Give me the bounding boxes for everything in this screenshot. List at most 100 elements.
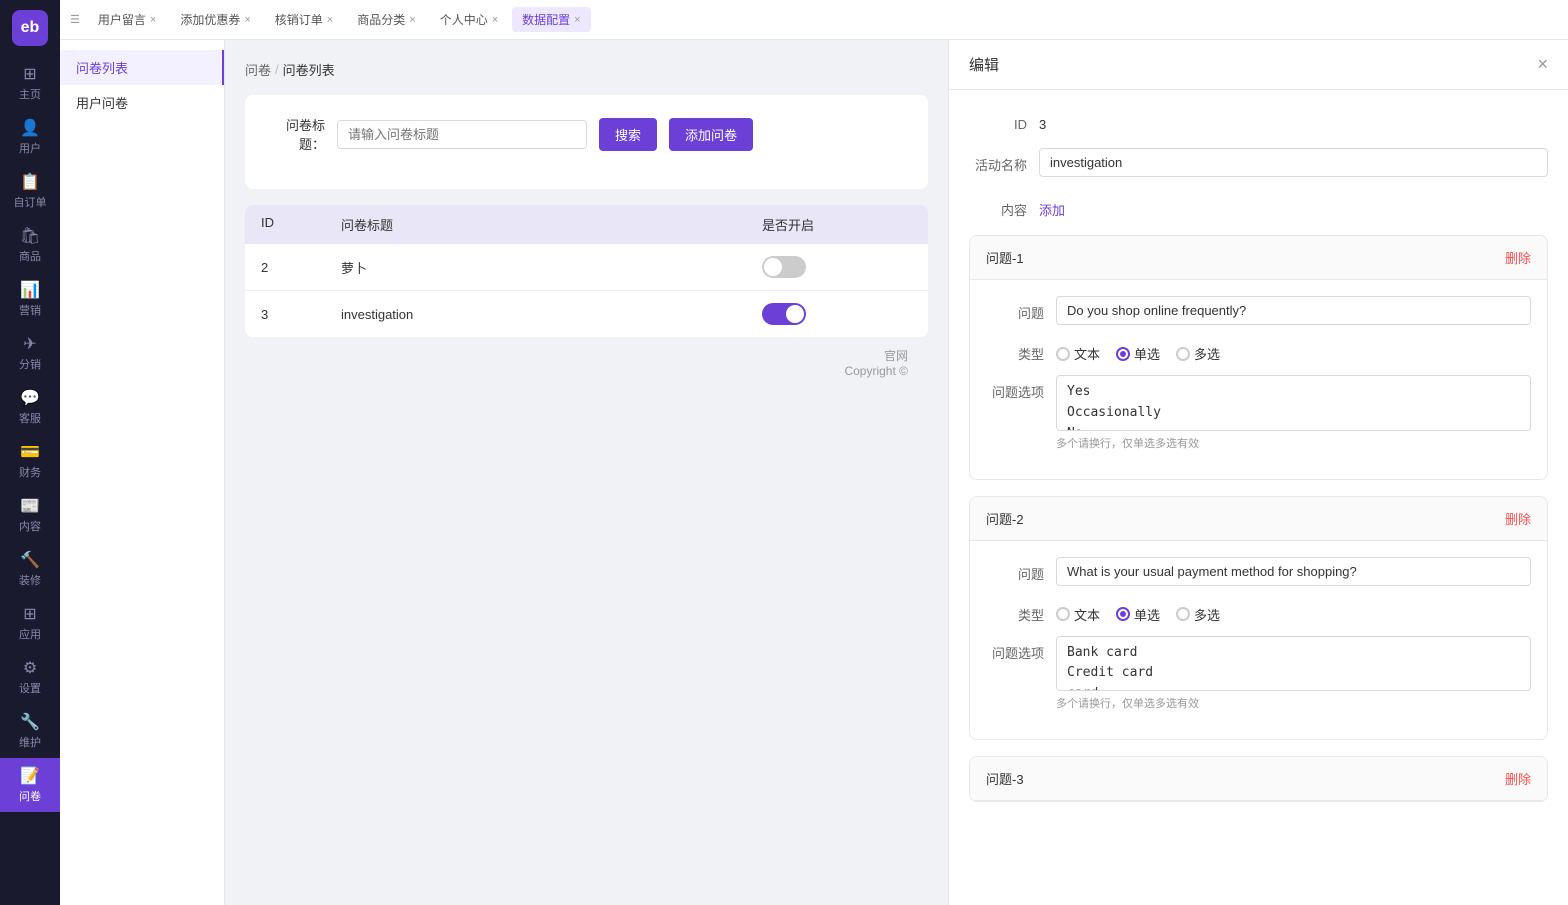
type-options-1: 文本 单选 多选 bbox=[1056, 337, 1220, 363]
tab-close-messages[interactable]: × bbox=[150, 14, 156, 26]
radio-multi-circle-1 bbox=[1176, 347, 1190, 361]
content-area: 问卷列表 用户问卷 问卷 / 问卷列表 问卷标题： 搜索 添加问卷 bbox=[60, 40, 1568, 905]
finance-icon: 💳 bbox=[20, 442, 40, 462]
apps-icon: ⊞ bbox=[23, 604, 36, 624]
type-single-1[interactable]: 单选 bbox=[1116, 344, 1160, 363]
tab-profile[interactable]: 个人中心 × bbox=[430, 7, 508, 32]
collapse-icon[interactable]: ☰ bbox=[70, 13, 80, 26]
sidebar-item-label: 自订单 bbox=[14, 194, 47, 210]
add-survey-button[interactable]: 添加问卷 bbox=[669, 118, 753, 151]
row-title: investigation bbox=[341, 307, 762, 322]
app-logo[interactable]: eb bbox=[12, 10, 48, 46]
sidebar-item-content[interactable]: 📰 内容 bbox=[0, 488, 60, 542]
id-row: ID 3 bbox=[969, 110, 1548, 132]
row-id: 3 bbox=[261, 307, 341, 322]
search-input[interactable] bbox=[337, 120, 587, 149]
question-text-input-2[interactable] bbox=[1056, 557, 1531, 586]
sidebar-item-label: 内容 bbox=[19, 518, 41, 534]
tab-close-orders[interactable]: × bbox=[327, 14, 333, 26]
type-options-2: 文本 单选 多选 bbox=[1056, 598, 1220, 624]
col-header-enabled: 是否开启 bbox=[762, 215, 912, 234]
search-button[interactable]: 搜索 bbox=[599, 118, 657, 151]
options-textarea-2[interactable]: Bank card Credit card card bbox=[1056, 636, 1531, 692]
edit-panel-title: 编辑 bbox=[969, 54, 999, 75]
sidebar-item-finance[interactable]: 💳 财务 bbox=[0, 434, 60, 488]
sidebar-item-label: 设置 bbox=[19, 680, 41, 696]
type-multi-1[interactable]: 多选 bbox=[1176, 344, 1220, 363]
question-text-row-2: 问题 bbox=[986, 557, 1531, 586]
type-single-2[interactable]: 单选 bbox=[1116, 605, 1160, 624]
sidebar-item-distribution[interactable]: ✈ 分销 bbox=[0, 326, 60, 380]
delete-question-1-button[interactable]: 删除 bbox=[1505, 248, 1531, 267]
question-text-input-1[interactable] bbox=[1056, 296, 1531, 325]
activity-name-input[interactable] bbox=[1039, 148, 1548, 177]
question-header-2: 问题-2 删除 bbox=[970, 497, 1547, 541]
type-text-1[interactable]: 文本 bbox=[1056, 344, 1100, 363]
search-section: 问卷标题： 搜索 添加问卷 bbox=[245, 95, 928, 189]
content-label: 内容 bbox=[969, 193, 1039, 219]
nav-item-survey-list[interactable]: 问卷列表 bbox=[60, 50, 224, 85]
edit-form: ID 3 活动名称 内容 添加 问题-1 删除 bbox=[949, 90, 1568, 838]
sidebar-item-decoration[interactable]: 🔨 装修 bbox=[0, 542, 60, 596]
type-multi-2[interactable]: 多选 bbox=[1176, 605, 1220, 624]
toggle-row-1[interactable] bbox=[762, 303, 806, 325]
tab-close-categories[interactable]: × bbox=[409, 14, 415, 26]
breadcrumb-separator: / bbox=[275, 62, 279, 77]
close-edit-panel-button[interactable]: × bbox=[1537, 54, 1548, 75]
question-card-3: 问题-3 删除 bbox=[969, 756, 1548, 802]
tab-categories[interactable]: 商品分类 × bbox=[347, 7, 425, 32]
nav-item-user-survey[interactable]: 用户问卷 bbox=[60, 85, 224, 120]
tab-data-config[interactable]: 数据配置 × bbox=[512, 7, 590, 32]
table-row: 2 萝卜 bbox=[245, 244, 928, 291]
table-row: 3 investigation bbox=[245, 291, 928, 337]
options-wrapper-1: Yes Occasionally No 多个请换行，仅单选多选有效 bbox=[1056, 375, 1531, 451]
tab-label: 核销订单 bbox=[275, 11, 323, 28]
radio-text-circle-2 bbox=[1056, 607, 1070, 621]
options-textarea-1[interactable]: Yes Occasionally No bbox=[1056, 375, 1531, 431]
decoration-icon: 🔨 bbox=[20, 550, 40, 570]
breadcrumb-root: 问卷 bbox=[245, 60, 271, 79]
activity-name-row: 活动名称 bbox=[969, 148, 1548, 177]
tab-coupons[interactable]: 添加优惠券 × bbox=[170, 7, 260, 32]
delete-question-2-button[interactable]: 删除 bbox=[1505, 509, 1531, 528]
sidebar-item-home[interactable]: ⊞ 主页 bbox=[0, 56, 60, 110]
tab-messages[interactable]: 用户留言 × bbox=[88, 7, 166, 32]
sidebar-item-users[interactable]: 👤 用户 bbox=[0, 110, 60, 164]
sidebar-item-label: 用户 bbox=[19, 140, 41, 156]
sidebar-item-label: 应用 bbox=[19, 626, 41, 642]
question-options-label-2: 问题选项 bbox=[986, 636, 1056, 662]
sidebar-item-orders[interactable]: 📋 自订单 bbox=[0, 164, 60, 218]
delete-question-3-button[interactable]: 删除 bbox=[1505, 769, 1531, 788]
radio-single-circle-1 bbox=[1116, 347, 1130, 361]
question-title-2: 问题-2 bbox=[986, 509, 1024, 528]
settings-icon: ⚙ bbox=[23, 658, 37, 678]
sidebar-item-label: 客服 bbox=[19, 410, 41, 426]
toggle-row-0[interactable] bbox=[762, 256, 806, 278]
page-content: 问卷 / 问卷列表 问卷标题： 搜索 添加问卷 ID 问卷标题 是否开启 bbox=[225, 40, 948, 905]
question-text-label-1: 问题 bbox=[986, 296, 1056, 322]
type-text-2[interactable]: 文本 bbox=[1056, 605, 1100, 624]
sidebar-item-marketing[interactable]: 📊 营销 bbox=[0, 272, 60, 326]
orders-icon: 📋 bbox=[20, 172, 40, 192]
sidebar-item-products[interactable]: 🛍 商品 bbox=[0, 218, 60, 272]
activity-label: 活动名称 bbox=[969, 148, 1039, 174]
question-options-row-1: 问题选项 Yes Occasionally No 多个请换行，仅单选多选有效 bbox=[986, 375, 1531, 451]
tab-close-data-config[interactable]: × bbox=[574, 14, 580, 26]
add-content-link[interactable]: 添加 bbox=[1039, 193, 1065, 219]
question-body-2: 问题 类型 文本 bbox=[970, 541, 1547, 740]
tab-close-coupons[interactable]: × bbox=[244, 14, 250, 26]
row-id: 2 bbox=[261, 260, 341, 275]
tab-close-profile[interactable]: × bbox=[492, 14, 498, 26]
sidebar-item-settings[interactable]: ⚙ 设置 bbox=[0, 650, 60, 704]
sidebar-item-apps[interactable]: ⊞ 应用 bbox=[0, 596, 60, 650]
question-title-1: 问题-1 bbox=[986, 248, 1024, 267]
survey-table: ID 问卷标题 是否开启 2 萝卜 3 investigation bbox=[245, 205, 928, 337]
products-icon: 🛍 bbox=[20, 226, 40, 246]
sidebar-item-survey[interactable]: 📝 问卷 bbox=[0, 758, 60, 812]
tab-orders[interactable]: 核销订单 × bbox=[265, 7, 343, 32]
maintenance-icon: 🔧 bbox=[20, 712, 40, 732]
question-header-1: 问题-1 删除 bbox=[970, 236, 1547, 280]
page-footer: 官网 Copyright © bbox=[245, 337, 928, 388]
sidebar-item-maintenance[interactable]: 🔧 维护 bbox=[0, 704, 60, 758]
sidebar-item-service[interactable]: 💬 客服 bbox=[0, 380, 60, 434]
